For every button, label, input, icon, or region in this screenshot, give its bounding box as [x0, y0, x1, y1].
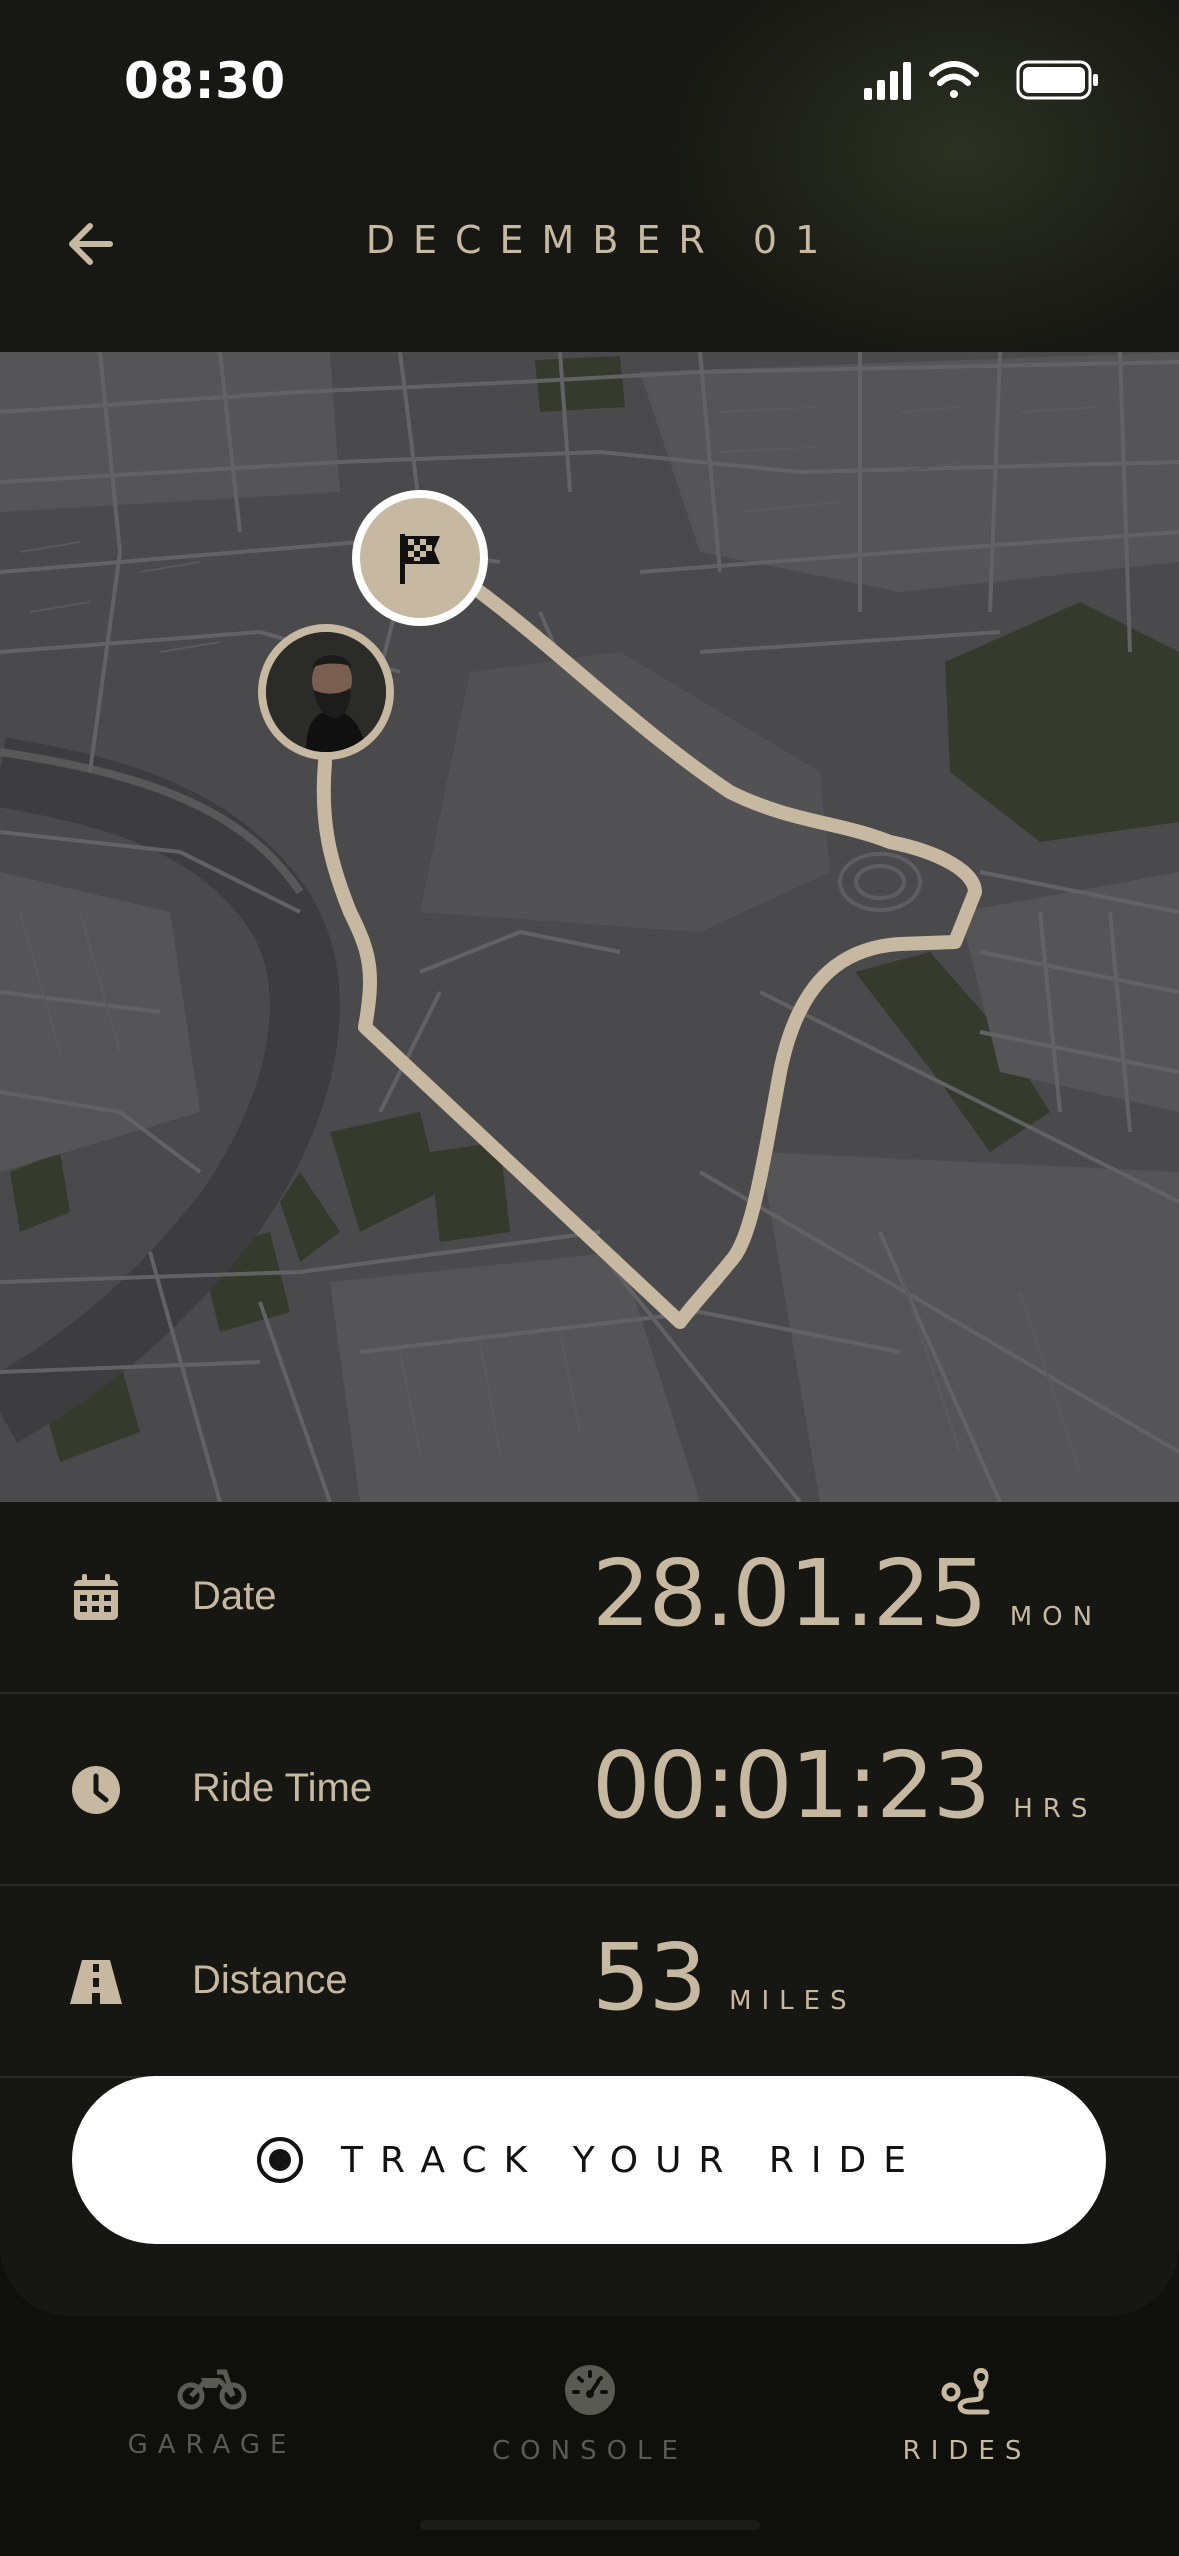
stat-row-date: Date 28.01.25 MON — [0, 1502, 1179, 1694]
date-value: 28.01.25 — [592, 1540, 988, 1647]
ride-map[interactable] — [0, 352, 1179, 1502]
status-time: 08:30 — [124, 52, 286, 110]
clock-icon — [72, 1766, 120, 1814]
tab-label: GARAGE — [127, 2430, 297, 2460]
stat-row-distance: Distance 53 MILES — [0, 1886, 1179, 2078]
stat-value: 28.01.25 MON — [592, 1540, 1102, 1647]
tab-console[interactable]: CONSOLE — [440, 2362, 740, 2502]
avatar-image — [266, 632, 386, 752]
tab-label: RIDES — [902, 2436, 1032, 2466]
ride-time-unit: HRS — [1013, 1794, 1098, 1824]
page-title: DECEMBER 01 — [365, 218, 838, 262]
distance-value: 53 — [592, 1924, 707, 2031]
track-ride-button[interactable]: TRACK YOUR RIDE — [72, 2076, 1106, 2244]
road-icon — [70, 1960, 122, 2004]
stat-value: 00:01:23 HRS — [592, 1732, 1097, 1839]
tab-label: CONSOLE — [492, 2436, 688, 2466]
tab-rides[interactable]: RIDES — [817, 2362, 1117, 2502]
tab-garage[interactable]: GARAGE — [62, 2362, 362, 2502]
home-indicator — [420, 2520, 760, 2530]
stat-label: Date — [192, 1574, 277, 1618]
finish-marker[interactable] — [352, 490, 488, 626]
stat-value: 53 MILES — [592, 1924, 857, 2031]
speedometer-icon — [565, 2365, 615, 2415]
stat-label: Ride Time — [192, 1766, 373, 1810]
date-unit: MON — [1009, 1602, 1103, 1632]
signal-icon — [864, 62, 911, 100]
header: 08:30 DECEMBER 01 — [0, 0, 1179, 352]
stat-row-ride-time: Ride Time 00:01:23 HRS — [0, 1694, 1179, 1886]
ride-time-value: 00:01:23 — [592, 1732, 991, 1839]
battery-icon — [1016, 60, 1098, 100]
rider-avatar[interactable] — [258, 624, 394, 760]
checkered-flag-icon — [400, 534, 440, 584]
wifi-icon — [929, 61, 979, 98]
status-icons — [864, 60, 1098, 100]
motorcycle-icon — [177, 2369, 247, 2410]
map-canvas — [0, 352, 1179, 1502]
route-icon — [941, 2368, 990, 2415]
calendar-icon — [74, 1574, 118, 1620]
stat-label: Distance — [192, 1958, 348, 2002]
record-icon — [257, 2137, 303, 2183]
distance-unit: MILES — [729, 1986, 857, 2016]
track-ride-label: TRACK YOUR RIDE — [341, 2139, 923, 2181]
